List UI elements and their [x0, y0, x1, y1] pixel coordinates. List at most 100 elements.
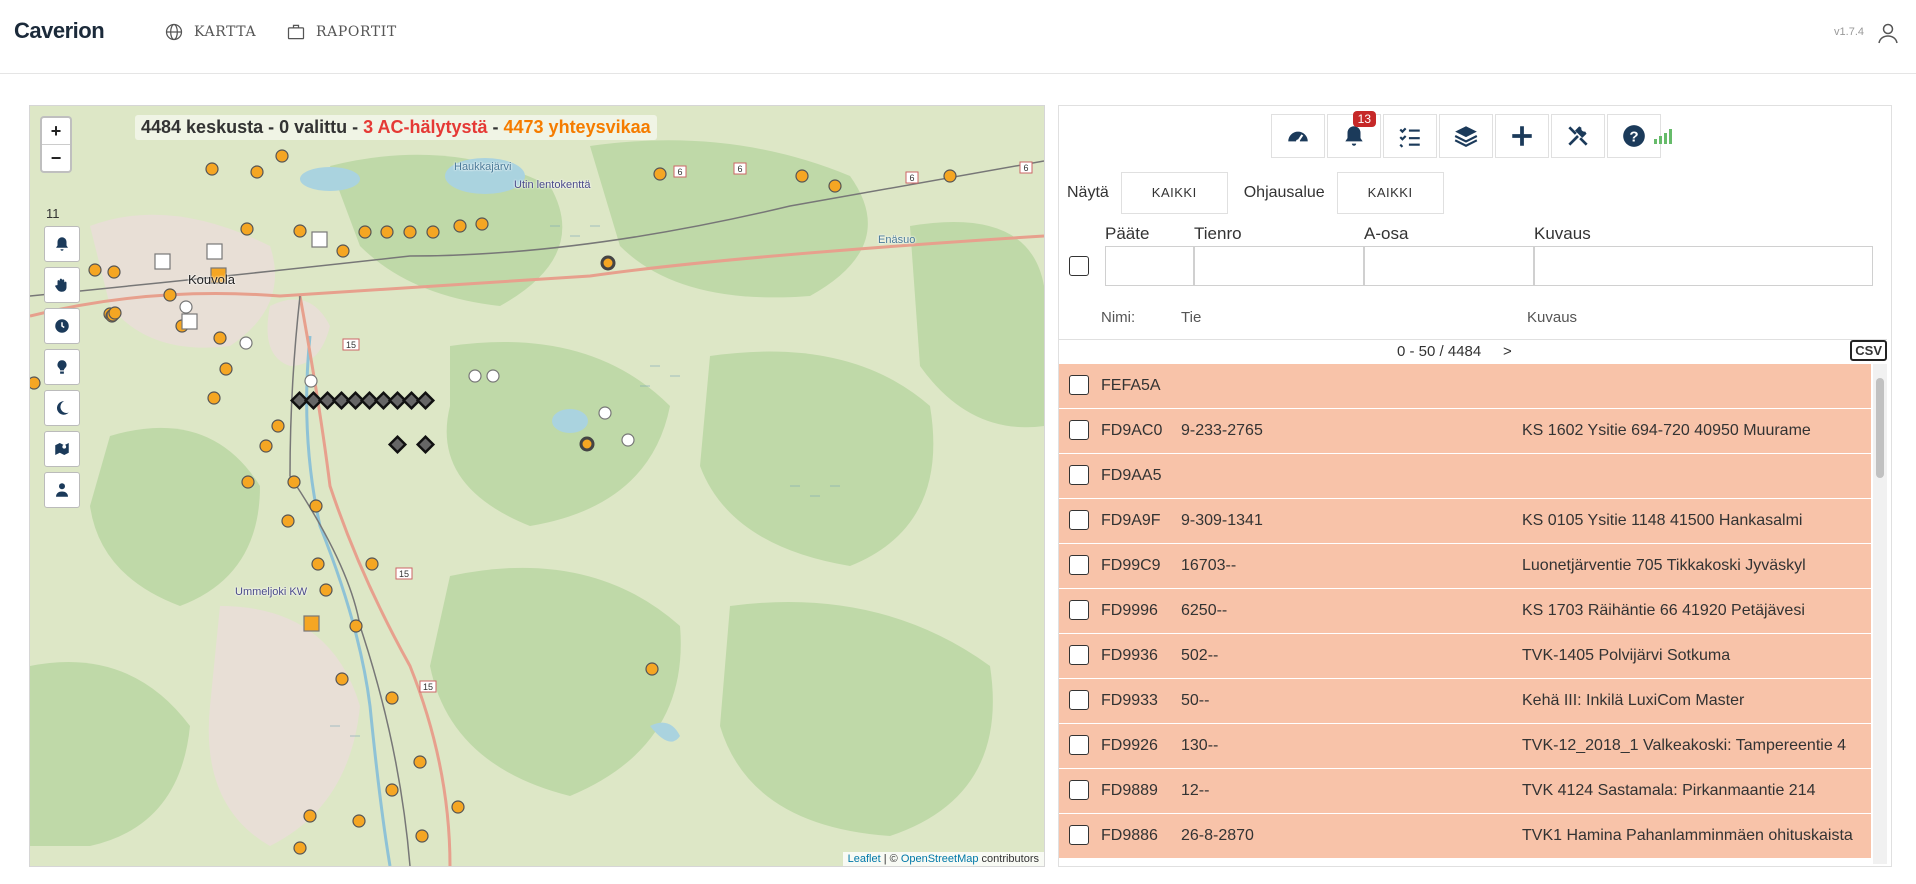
brand-logo[interactable]: Caverion [14, 18, 105, 44]
tienro-filter-input[interactable] [1194, 246, 1364, 286]
user-icon[interactable] [1876, 21, 1900, 45]
row-checkbox[interactable] [1069, 420, 1089, 440]
map-tool-area[interactable] [44, 431, 80, 467]
nav-map[interactable]: KARTTA [164, 22, 256, 42]
list-item[interactable]: FD9AA5 [1059, 454, 1871, 499]
bulb-icon [57, 360, 67, 374]
help-icon: ? [1623, 125, 1645, 147]
tools-icon [1568, 126, 1588, 146]
row-checkbox[interactable] [1069, 735, 1089, 755]
map-tiles: 6 6 6 6 15 15 15 [30, 106, 1044, 866]
list-item[interactable]: FEFA5A [1059, 364, 1871, 409]
paate-filter-input[interactable] [1105, 246, 1194, 286]
app-version: v1.7.4 [1834, 26, 1864, 38]
row-name: FD9889 [1101, 782, 1158, 799]
map-tool-night[interactable] [44, 390, 80, 426]
list-header-desc: Kuvaus [1527, 309, 1578, 326]
row-checkbox[interactable] [1069, 645, 1089, 665]
nav-map-label: KARTTA [194, 24, 257, 40]
select-all-checkbox[interactable] [1069, 256, 1089, 276]
place-enasuo: Enäsuo [878, 234, 916, 246]
road-label: 6 [737, 164, 742, 174]
list-item[interactable]: FD9926 130-- TVK-12_2018_1 Valkeakoski: Ta… [1059, 724, 1871, 769]
add-button[interactable] [1495, 114, 1549, 158]
map-icon [55, 443, 69, 455]
tasks-button[interactable] [1383, 114, 1437, 158]
leaflet-link[interactable]: Leaflet [848, 853, 881, 865]
nav-reports[interactable]: RAPORTIT [286, 22, 397, 42]
list-item[interactable]: FD99C9 16703-- Luonetjärventie 705 Tikkako… [1059, 544, 1871, 589]
scrollbar-thumb[interactable] [1876, 378, 1884, 478]
row-road: 6250-- [1181, 602, 1228, 619]
top-bar: Caverion KARTTA RAPORTIT v1.7.4 [0, 0, 1916, 74]
place-ummeljoki: Ummeljoki KW [235, 586, 308, 598]
place-airport: Utin lentokenttä [514, 179, 591, 191]
row-name: FD9936 [1101, 647, 1158, 664]
row-road: 9-309-1341 [1181, 512, 1263, 529]
place-lake: Haukkajärvi [454, 161, 512, 173]
show-filter-button[interactable]: KAIKKI [1120, 172, 1228, 214]
map-attribution: Leaflet | © OpenStreetMap contributors [842, 852, 1044, 866]
row-checkbox[interactable] [1069, 465, 1089, 485]
row-desc: TVK1 Hamina Pahanlamminmäen ohituskaista [1522, 827, 1853, 844]
row-name: FD9886 [1101, 827, 1158, 844]
row-name: FD9996 [1101, 602, 1158, 619]
list-scrollbar[interactable] [1873, 364, 1887, 864]
list-item[interactable]: FD9A9F 9-309-1341 KS 0105 Ysitie 1148 4150… [1059, 499, 1871, 544]
row-road: 16703-- [1181, 557, 1237, 574]
row-checkbox[interactable] [1069, 600, 1089, 620]
row-checkbox[interactable] [1069, 690, 1089, 710]
dashboard-icon [1288, 131, 1308, 144]
list-item[interactable]: FD9996 6250-- KS 1703 Räihäntie 66 41920 P… [1059, 589, 1871, 634]
list-item[interactable]: FD9889 12-- TVK 4124 Sastamala: Pirkanmaan… [1059, 769, 1871, 814]
place-kouvola: Kouvola [188, 272, 235, 287]
map-tool-user[interactable] [44, 472, 80, 508]
map-status-bar: 4484 keskusta - 0 valittu - 3 AC-hälytys… [135, 115, 657, 140]
road-label: 6 [909, 173, 914, 183]
layers-button[interactable] [1439, 114, 1493, 158]
aosa-filter-input[interactable] [1364, 246, 1534, 286]
map-tool-pan[interactable] [44, 267, 80, 303]
zoom-control: + − [40, 116, 72, 173]
area-filter-button[interactable]: KAIKKI [1336, 172, 1444, 214]
osm-link[interactable]: OpenStreetMap [901, 853, 979, 865]
alarms-button[interactable]: 13 [1327, 111, 1381, 158]
col-aosa: A-osa [1364, 224, 1409, 243]
svg-text:?: ? [1629, 128, 1638, 145]
map-tool-lights[interactable] [44, 349, 80, 385]
pager-next-button[interactable]: > [1503, 343, 1512, 360]
zoom-in-button[interactable]: + [42, 118, 70, 145]
person-icon [56, 483, 68, 497]
list-item[interactable]: FD9886 26-8-2870 TVK1 Hamina Pahanlamminmä… [1059, 814, 1871, 859]
row-desc: Luonetjärventie 705 Tikkakoski Jyväskyl [1522, 557, 1806, 574]
row-name: FEFA5A [1101, 377, 1161, 394]
moon-icon [56, 401, 69, 415]
dashboard-button[interactable] [1271, 114, 1325, 158]
csv-export-button[interactable]: CSV [1850, 340, 1887, 361]
bell-icon [56, 237, 68, 251]
list-header-name: Nimi: [1101, 309, 1136, 326]
zoom-out-button[interactable]: − [42, 145, 70, 171]
row-checkbox[interactable] [1069, 825, 1089, 845]
list-item[interactable]: FD9AC0 9-233-2765 KS 1602 Ysitie 694-720 4… [1059, 409, 1871, 454]
kuvaus-filter-input[interactable] [1534, 246, 1873, 286]
row-name: FD9926 [1101, 737, 1158, 754]
pager-range: 0 - 50 / 4484 [1397, 343, 1482, 360]
tools-button[interactable] [1551, 114, 1605, 158]
row-name: FD9AC0 [1101, 422, 1163, 439]
row-checkbox[interactable] [1069, 375, 1089, 395]
list-item[interactable]: FD9936 502-- TVK-1405 Polvijärvi Sotkuma [1059, 634, 1871, 679]
row-road: 12-- [1181, 782, 1210, 799]
row-checkbox[interactable] [1069, 555, 1089, 575]
alarm-count-badge: 13 [1352, 111, 1376, 127]
signal-icon [1654, 129, 1672, 144]
row-checkbox[interactable] [1069, 780, 1089, 800]
col-kuvaus: Kuvaus [1534, 224, 1591, 243]
map-tool-history[interactable] [44, 308, 80, 344]
row-checkbox[interactable] [1069, 510, 1089, 530]
briefcase-icon [287, 24, 305, 40]
map-view[interactable]: 6 6 6 6 15 15 15 Kouvola Haukkajärvi Uti… [29, 105, 1045, 867]
list-item[interactable]: FD9933 50-- Kehä III: Inkilä LuxiCom Maste… [1059, 679, 1871, 724]
map-tool-alarms[interactable] [44, 226, 80, 262]
show-label: Näytä [1067, 184, 1109, 201]
